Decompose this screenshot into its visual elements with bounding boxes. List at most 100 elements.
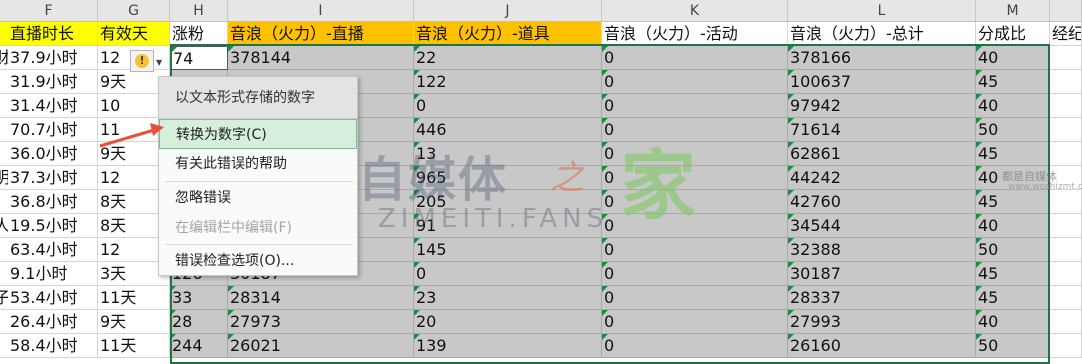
cell-extra[interactable]	[1050, 190, 1082, 214]
cell-F[interactable]: 19.5小时	[0, 214, 98, 238]
column-header-K[interactable]: K	[602, 0, 788, 22]
chevron-down-icon[interactable]: ▼	[156, 58, 162, 67]
cell-extra[interactable]	[1050, 118, 1082, 142]
cell-M[interactable]: 50	[976, 118, 1050, 142]
header-cell[interactable]: 直播时长	[0, 22, 98, 46]
header-cell[interactable]: 涨粉	[170, 22, 228, 46]
convert-to-number-item[interactable]: 转换为数字(C)	[159, 119, 357, 149]
cell-L[interactable]: 97942	[788, 94, 976, 118]
cell-L[interactable]: 30187	[788, 262, 976, 286]
cell-extra[interactable]	[1050, 334, 1082, 358]
cell-F[interactable]: 63.4小时	[0, 238, 98, 262]
cell-F[interactable]: 26.4小时	[0, 310, 98, 334]
column-header-G[interactable]: G	[98, 0, 170, 22]
column-header-extra[interactable]	[1050, 0, 1082, 22]
cell-F[interactable]: 31.4小时	[0, 94, 98, 118]
cell-J[interactable]: 0	[414, 262, 602, 286]
header-cell[interactable]: 有效天	[98, 22, 170, 46]
cell-H[interactable]: 33	[170, 286, 228, 310]
cell-F[interactable]: 58.4小时	[0, 334, 98, 358]
cell-M[interactable]: 40	[976, 214, 1050, 238]
column-header-J[interactable]: J	[414, 0, 602, 22]
cell-L[interactable]: 26160	[788, 334, 976, 358]
cell-J[interactable]: 23	[414, 286, 602, 310]
cell-M[interactable]: 45	[976, 70, 1050, 94]
cell-K[interactable]: 0	[602, 70, 788, 94]
cell-K[interactable]: 0	[602, 46, 788, 70]
cell-K[interactable]: 0	[602, 334, 788, 358]
cell-L[interactable]: 34544	[788, 214, 976, 238]
cell-I[interactable]: 26021	[228, 334, 414, 358]
cell-L[interactable]: 28337	[788, 286, 976, 310]
cell-M[interactable]: 45	[976, 142, 1050, 166]
cell-K[interactable]: 0	[602, 118, 788, 142]
cell-J[interactable]: 13	[414, 142, 602, 166]
cell-J[interactable]: 0	[414, 94, 602, 118]
cell-J[interactable]: 205	[414, 190, 602, 214]
cell-J[interactable]: 139	[414, 334, 602, 358]
header-cell[interactable]: 音浪（火力）-道具	[414, 22, 602, 46]
column-header-L[interactable]: L	[788, 0, 976, 22]
error-help-item[interactable]: 有关此错误的帮助	[159, 149, 357, 179]
cell-H[interactable]: 74	[170, 46, 228, 70]
cell-I[interactable]: 27973	[228, 310, 414, 334]
cell-M[interactable]: 50	[976, 334, 1050, 358]
cell-F[interactable]: 53.4小时	[0, 286, 98, 310]
cell-L[interactable]: 62861	[788, 142, 976, 166]
cell-extra[interactable]	[1050, 70, 1082, 94]
cell-F[interactable]: 36.8小时	[0, 190, 98, 214]
cell-J[interactable]: 965	[414, 166, 602, 190]
cell-K[interactable]: 0	[602, 310, 788, 334]
cell-K[interactable]: 0	[602, 214, 788, 238]
cell-extra[interactable]	[1050, 214, 1082, 238]
cell-L[interactable]: 42760	[788, 190, 976, 214]
header-cell[interactable]: 音浪（火力）-活动	[602, 22, 788, 46]
cell-F[interactable]: 9.1小时	[0, 262, 98, 286]
cell-I[interactable]: 28314	[228, 286, 414, 310]
header-cell[interactable]: 音浪（火力）-直播	[228, 22, 414, 46]
cell-J[interactable]: 20	[414, 310, 602, 334]
cell-H[interactable]: 28	[170, 310, 228, 334]
column-header-I[interactable]: I	[228, 0, 414, 22]
cell-L[interactable]: 32388	[788, 238, 976, 262]
cell-G[interactable]: 11天	[98, 334, 170, 358]
cell-G[interactable]: 9天	[98, 310, 170, 334]
cell-K[interactable]: 0	[602, 238, 788, 262]
cell-K[interactable]: 0	[602, 190, 788, 214]
cell-extra[interactable]	[1050, 262, 1082, 286]
cell-extra[interactable]	[1050, 310, 1082, 334]
cell-M[interactable]: 50	[976, 238, 1050, 262]
column-header-M[interactable]: M	[976, 0, 1050, 22]
cell-K[interactable]: 0	[602, 94, 788, 118]
cell-F[interactable]: 31.9小时	[0, 70, 98, 94]
cell-K[interactable]: 0	[602, 142, 788, 166]
cell-K[interactable]: 0	[602, 166, 788, 190]
ignore-error-item[interactable]: 忽略错误	[159, 183, 357, 213]
column-header-H[interactable]: H	[170, 0, 228, 22]
cell-L[interactable]: 27993	[788, 310, 976, 334]
cell-M[interactable]: 40	[976, 166, 1050, 190]
cell-F[interactable]: 37.9小时	[0, 46, 98, 70]
cell-J[interactable]: 446	[414, 118, 602, 142]
header-cell[interactable]: 音浪（火力）-总计	[788, 22, 976, 46]
cell-L[interactable]: 44242	[788, 166, 976, 190]
cell-G[interactable]: 11天	[98, 286, 170, 310]
header-cell[interactable]: 分成比	[976, 22, 1050, 46]
cell-H[interactable]: 244	[170, 334, 228, 358]
column-header-F[interactable]: F	[0, 0, 98, 22]
cell-J[interactable]: 22	[414, 46, 602, 70]
cell-extra[interactable]	[1050, 94, 1082, 118]
cell-M[interactable]: 45	[976, 262, 1050, 286]
cell-K[interactable]: 0	[602, 262, 788, 286]
header-cell[interactable]: 经纪	[1050, 22, 1082, 46]
cell-M[interactable]: 40	[976, 310, 1050, 334]
cell-M[interactable]: 45	[976, 190, 1050, 214]
cell-F[interactable]: 70.7小时	[0, 118, 98, 142]
cell-L[interactable]: 100637	[788, 70, 976, 94]
error-warning-button[interactable]: !	[130, 50, 154, 72]
cell-F[interactable]: 37.3小时	[0, 166, 98, 190]
error-check-options-item[interactable]: 错误检查选项(O)...	[159, 246, 357, 276]
cell-L[interactable]: 71614	[788, 118, 976, 142]
cell-extra[interactable]	[1050, 166, 1082, 190]
cell-M[interactable]: 40	[976, 46, 1050, 70]
